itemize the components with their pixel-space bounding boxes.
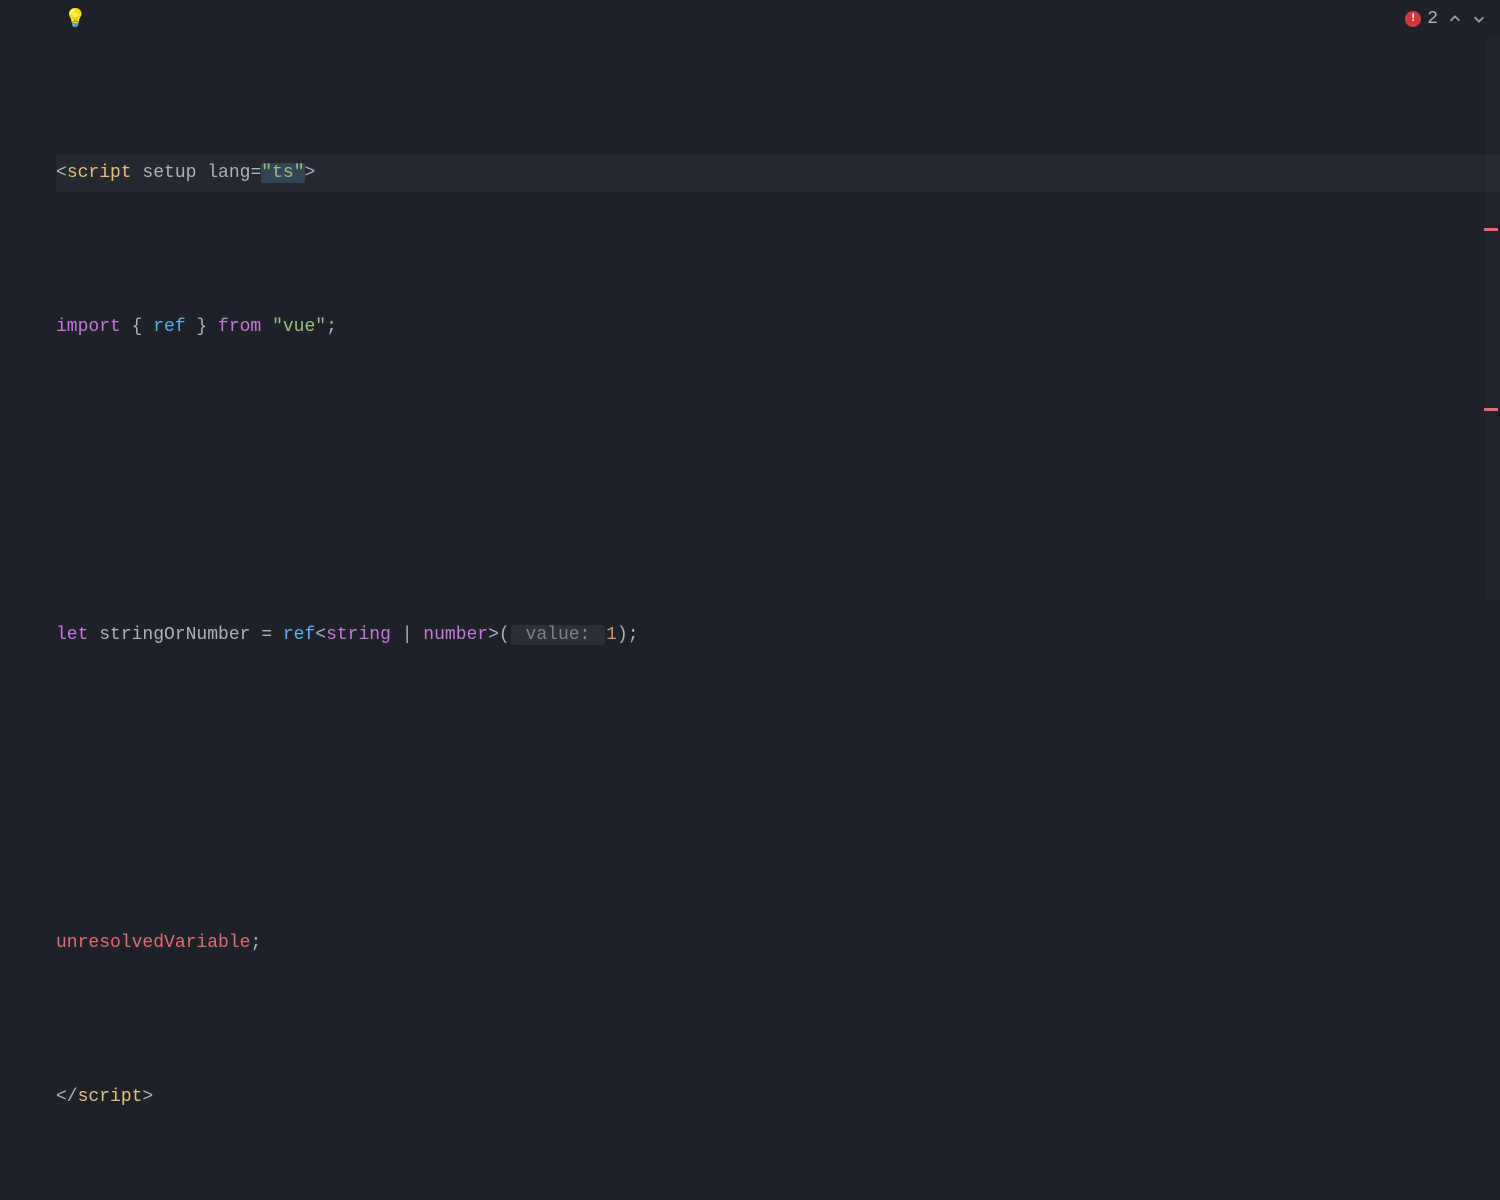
scrollbar-track[interactable] [1486,38,1500,600]
chevron-down-icon[interactable] [1472,12,1486,26]
problems-nav: ! 2 [1405,9,1486,29]
error-marker[interactable] [1484,408,1498,411]
code-line[interactable]: import { ref } from "vue"; [56,308,1500,347]
chevron-up-icon[interactable] [1448,12,1462,26]
error-badge[interactable]: ! 2 [1405,9,1438,29]
editor-topbar: 💡 ! 2 [0,0,1500,38]
error-count: 2 [1427,9,1438,29]
code-line[interactable]: <script setup lang="ts"> [56,154,1500,193]
code-line[interactable]: unresolvedVariable; [56,924,1500,963]
code-line[interactable]: </script> [56,1078,1500,1117]
unresolved-reference: unresolvedVariable [56,933,250,953]
code-line[interactable] [56,770,1500,809]
error-marker[interactable] [1484,228,1498,231]
inlay-hint: value: [511,625,605,645]
error-icon: ! [1405,11,1421,27]
code-line[interactable]: let stringOrNumber = ref<string | number… [56,616,1500,655]
lightbulb-icon[interactable]: 💡 [64,8,86,30]
code-line[interactable] [56,462,1500,501]
code-editor[interactable]: <script setup lang="ts"> import { ref } … [0,38,1500,1200]
